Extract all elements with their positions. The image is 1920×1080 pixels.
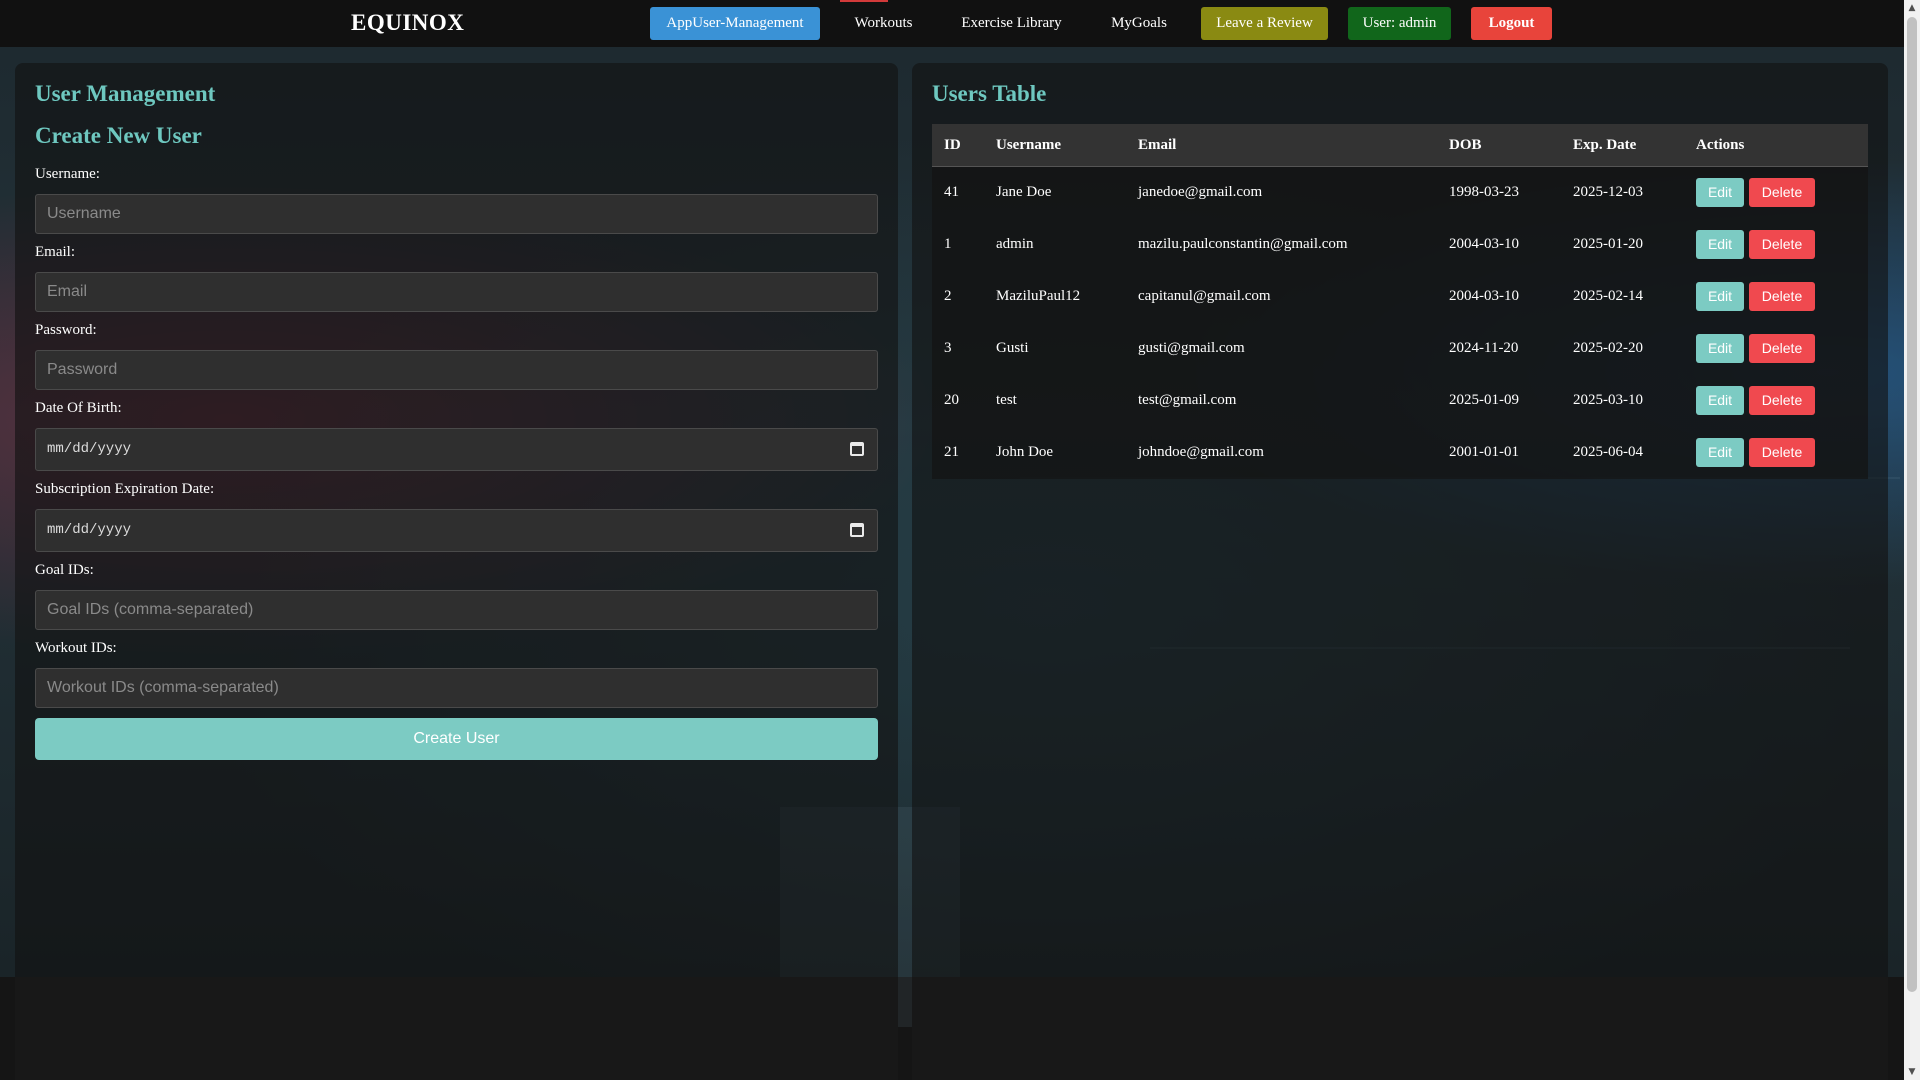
cell-email: test@gmail.com [1138, 392, 1237, 408]
email-input[interactable]: Email [35, 272, 878, 312]
col-header-exp-date: Exp. Date [1573, 137, 1637, 153]
cell-exp-date: 2025-06-04 [1573, 444, 1643, 460]
brand-logo[interactable]: EQUINOX [351, 10, 464, 36]
cell-dob: 2004-03-10 [1449, 288, 1519, 304]
scroll-down-arrow-icon[interactable]: ▼ [1904, 1064, 1920, 1080]
nav-exercise-library[interactable]: Exercise Library [950, 7, 1073, 40]
edit-button[interactable]: Edit [1696, 178, 1744, 207]
logout-button[interactable]: Logout [1471, 7, 1552, 40]
cell-exp-date: 2025-02-14 [1573, 288, 1643, 304]
edit-button[interactable]: Edit [1696, 230, 1744, 259]
cell-id: 3 [944, 340, 952, 356]
cell-email: johndoe@gmail.com [1138, 444, 1264, 460]
table-row: 3 Gusti gusti@gmail.com 2024-11-20 2025-… [932, 323, 1868, 375]
col-header-username: Username [996, 137, 1061, 153]
user-admin-badge[interactable]: User: admin [1348, 7, 1451, 40]
col-header-dob: DOB [1449, 137, 1482, 153]
cell-id: 21 [944, 444, 959, 460]
page-scrollbar[interactable]: ▲ ▼ [1904, 0, 1920, 1080]
cell-username: Jane Doe [996, 184, 1052, 200]
delete-button[interactable]: Delete [1749, 178, 1815, 207]
cell-email: mazilu.paulconstantin@gmail.com [1138, 236, 1348, 252]
cell-dob: 2001-01-01 [1449, 444, 1519, 460]
cell-username: admin [996, 236, 1034, 252]
nav-workouts[interactable]: Workouts [840, 7, 927, 40]
delete-button[interactable]: Delete [1749, 282, 1815, 311]
username-input[interactable]: Username [35, 194, 878, 234]
cell-username: Gusti [996, 340, 1029, 356]
nav-workouts-indicator [840, 0, 888, 2]
delete-button[interactable]: Delete [1749, 230, 1815, 259]
edit-button[interactable]: Edit [1696, 386, 1744, 415]
top-navbar: EQUINOX AppUser-Management Workouts Exer… [0, 0, 1904, 47]
dob-date-placeholder: mm/dd/yyyy [47, 441, 132, 457]
table-row: 20 test test@gmail.com 2025-01-09 2025-0… [932, 375, 1868, 427]
email-label: Email: [35, 244, 75, 260]
expiration-date-placeholder: mm/dd/yyyy [47, 522, 132, 538]
create-user-button[interactable]: Create User [35, 718, 878, 760]
nav-mygoals[interactable]: MyGoals [1100, 7, 1178, 40]
delete-button[interactable]: Delete [1749, 334, 1815, 363]
cell-exp-date: 2025-01-20 [1573, 236, 1643, 252]
workout-ids-input[interactable]: Workout IDs (comma-separated) [35, 668, 878, 708]
create-user-heading: Create New User [35, 123, 202, 148]
expiration-date-input[interactable]: mm/dd/yyyy [35, 509, 878, 552]
edit-button[interactable]: Edit [1696, 438, 1744, 467]
delete-button[interactable]: Delete [1749, 438, 1815, 467]
cell-dob: 2025-01-09 [1449, 392, 1519, 408]
col-header-id: ID [944, 137, 961, 153]
col-header-actions: Actions [1696, 137, 1745, 153]
cell-email: janedoe@gmail.com [1138, 184, 1263, 200]
edit-button[interactable]: Edit [1696, 334, 1744, 363]
cell-username: MaziluPaul12 [996, 288, 1081, 304]
edit-button[interactable]: Edit [1696, 282, 1744, 311]
scrollbar-thumb[interactable] [1907, 17, 1917, 992]
goal-ids-input[interactable]: Goal IDs (comma-separated) [35, 590, 878, 630]
calendar-icon[interactable] [850, 523, 864, 537]
goal-ids-label: Goal IDs: [35, 562, 94, 578]
table-header: ID Username Email DOB Exp. Date Actions [932, 124, 1868, 167]
workout-ids-label: Workout IDs: [35, 640, 117, 656]
dob-date-input[interactable]: mm/dd/yyyy [35, 428, 878, 471]
user-management-title: User Management [35, 81, 216, 106]
cell-id: 1 [944, 236, 952, 252]
cell-id: 2 [944, 288, 952, 304]
table-row: 1 admin mazilu.paulconstantin@gmail.com … [932, 219, 1868, 271]
cell-exp-date: 2025-03-10 [1573, 392, 1643, 408]
cell-username: John Doe [996, 444, 1054, 460]
leave-review-button[interactable]: Leave a Review [1201, 7, 1328, 40]
cell-dob: 2024-11-20 [1449, 340, 1519, 356]
table-row: 2 MaziluPaul12 capitanul@gmail.com 2004-… [932, 271, 1868, 323]
cell-exp-date: 2025-02-20 [1573, 340, 1643, 356]
table-row: 41 Jane Doe janedoe@gmail.com 1998-03-23… [932, 167, 1868, 219]
table-row: 21 John Doe johndoe@gmail.com 2001-01-01… [932, 427, 1868, 479]
cell-email: gusti@gmail.com [1138, 340, 1245, 356]
cell-email: capitanul@gmail.com [1138, 288, 1271, 304]
panel-left-lower [15, 977, 898, 1080]
cell-exp-date: 2025-12-03 [1573, 184, 1643, 200]
cell-username: test [996, 392, 1017, 408]
delete-button[interactable]: Delete [1749, 386, 1815, 415]
username-label: Username: [35, 166, 100, 182]
expiration-label: Subscription Expiration Date: [35, 481, 215, 497]
calendar-icon[interactable] [850, 442, 864, 456]
users-table-title: Users Table [932, 81, 1047, 106]
password-input[interactable]: Password [35, 350, 878, 390]
cell-id: 20 [944, 392, 959, 408]
col-header-email: Email [1138, 137, 1177, 153]
cell-id: 41 [944, 184, 959, 200]
nav-appuser-management[interactable]: AppUser-Management [650, 7, 820, 40]
cell-dob: 1998-03-23 [1449, 184, 1519, 200]
cell-dob: 2004-03-10 [1449, 236, 1519, 252]
panel-right-lower [912, 977, 1888, 1080]
scroll-up-arrow-icon[interactable]: ▲ [1904, 0, 1920, 16]
password-label: Password: [35, 322, 97, 338]
dob-label: Date Of Birth: [35, 400, 122, 416]
